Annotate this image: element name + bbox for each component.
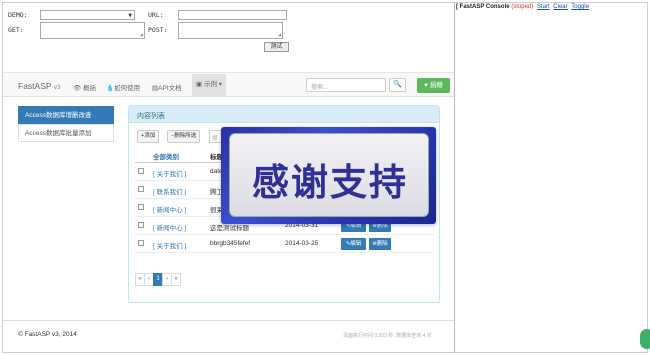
- nav-howto[interactable]: 💧如何使用: [106, 82, 140, 92]
- url-input[interactable]: [178, 10, 287, 20]
- console-clear-link[interactable]: Clear: [553, 4, 567, 10]
- row-category[interactable]: [ 关于我们 ]: [153, 168, 186, 178]
- post-textarea[interactable]: ◢: [178, 22, 283, 39]
- column-category[interactable]: 全部类别: [153, 151, 179, 161]
- post-label: POST:: [148, 26, 168, 34]
- panel-title: 内容列表: [129, 106, 439, 123]
- console-title: [ FastASP Console: [456, 4, 510, 10]
- console-toggle-link[interactable]: Toggle: [571, 4, 589, 10]
- sidebar-item-batch[interactable]: Access数据库批量添加: [18, 124, 114, 142]
- row-checkbox[interactable]: [138, 204, 144, 210]
- row-checkbox[interactable]: [138, 222, 144, 228]
- get-textarea[interactable]: ◢: [40, 22, 145, 39]
- footer-copyright: © FastASP v3, 2014: [18, 331, 77, 338]
- delete-selected-label: 删除所选: [174, 133, 197, 139]
- row-checkbox[interactable]: [138, 186, 144, 192]
- demo-select[interactable]: ▼: [40, 10, 135, 20]
- row-category[interactable]: [ 新闻中心 ]: [153, 204, 186, 214]
- table-row: [ 关于我们 ] bbrgb345fefef 2014-03-25 ✎编辑 ⊗删…: [135, 235, 435, 253]
- caret-down-icon: ▾: [218, 81, 223, 88]
- chevron-down-icon: ▼: [128, 12, 132, 19]
- nav-overview[interactable]: 👁 概括: [73, 82, 96, 92]
- navbar: FastASP v3 👁 概括 💧如何使用 ▤API文档 ▣ 示例 ▾ 搜索..…: [3, 72, 454, 97]
- thanks-text: 感谢支持: [252, 162, 408, 203]
- row-title: bbrgb345fefef: [210, 240, 251, 247]
- eye-icon: 👁: [73, 85, 82, 92]
- row-date: 2014-03-25: [285, 240, 319, 247]
- nav-overview-label: 概括: [83, 85, 97, 92]
- brand[interactable]: FastASP v3: [18, 81, 61, 91]
- delete-label: 删除: [376, 241, 388, 247]
- nav-howto-label: 如何使用: [114, 85, 141, 92]
- drop-icon: 💧: [106, 85, 115, 92]
- console-status: (stoped): [511, 4, 534, 10]
- nav-search-button[interactable]: 🔍: [389, 78, 406, 92]
- pagination: « ‹ 1 › »: [135, 273, 181, 286]
- debug-form: DEMO: ▼ URL: GET: ◢ POST: ◢ 测试: [3, 3, 454, 70]
- pager-last[interactable]: »: [171, 273, 181, 286]
- test-button[interactable]: 测试: [264, 42, 289, 52]
- footer-stats: 页面执行时间 0.203 秒, 数据库查询 4 次: [343, 333, 432, 339]
- thanks-popup-card: 感谢支持: [229, 133, 429, 217]
- nav-api-label: API文档: [158, 85, 182, 92]
- nav-examples[interactable]: ▣ 示例 ▾: [192, 74, 227, 97]
- delete-selected-button[interactable]: −删除所选: [167, 130, 201, 143]
- demo-label: DEMO:: [8, 11, 28, 19]
- briefcase-icon: ▣: [196, 81, 203, 88]
- resize-grip-icon: ◢: [139, 32, 143, 38]
- sidebar-item-crud[interactable]: Access数据库增删改查: [18, 106, 114, 124]
- search-icon: 🔍: [393, 81, 402, 88]
- nav-api[interactable]: ▤API文档: [152, 82, 182, 92]
- heart-icon: ♥: [424, 82, 429, 89]
- get-label: GET:: [8, 26, 24, 34]
- url-label: URL:: [148, 11, 164, 19]
- console-bar: [ FastASP Console (stoped) Start Clear T…: [456, 4, 646, 16]
- row-category[interactable]: [ 关于我们 ]: [153, 240, 186, 250]
- floating-action-button[interactable]: [640, 329, 650, 349]
- brand-name: FastASP: [18, 81, 52, 91]
- add-button[interactable]: +添加: [137, 130, 160, 143]
- thanks-popup[interactable]: 感谢支持: [221, 127, 436, 224]
- delete-button[interactable]: ⊗删除: [369, 238, 391, 250]
- panel-divider: [454, 2, 455, 353]
- donate-button[interactable]: ♥ 捐赠: [417, 78, 450, 93]
- add-label: 添加: [144, 133, 156, 139]
- row-category[interactable]: [ 联系我们 ]: [153, 186, 186, 196]
- row-checkbox[interactable]: [138, 168, 144, 174]
- nav-search-input[interactable]: 搜索...: [306, 78, 386, 92]
- edit-button[interactable]: ✎编辑: [341, 238, 366, 250]
- row-category[interactable]: [ 新闻中心 ]: [153, 222, 186, 232]
- row-checkbox[interactable]: [138, 240, 144, 246]
- nav-examples-label: 示例: [203, 81, 217, 88]
- donate-label: 捐赠: [429, 82, 443, 89]
- console-start-link[interactable]: Start: [537, 4, 550, 10]
- edit-label: 编辑: [350, 241, 362, 247]
- resize-grip-icon: ◢: [277, 32, 281, 38]
- footer-divider: [3, 320, 454, 321]
- brand-version: v3: [53, 84, 61, 91]
